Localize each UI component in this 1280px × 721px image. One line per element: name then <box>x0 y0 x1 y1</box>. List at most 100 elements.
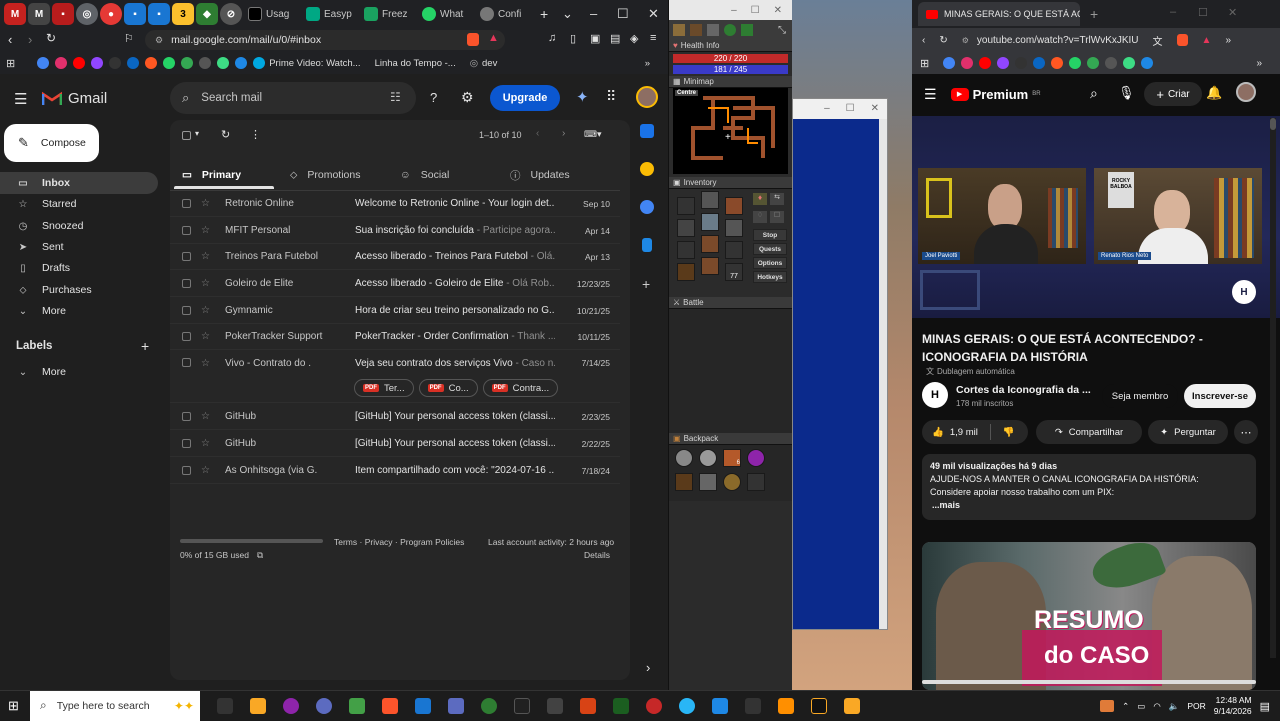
bookmark-icon[interactable] <box>181 57 194 69</box>
attachment-chip[interactable]: PDF Co... <box>418 379 478 397</box>
nav-drafts[interactable]: ▯ Drafts <box>0 257 158 279</box>
shield-slot[interactable] <box>725 219 743 237</box>
app-icon[interactable] <box>646 697 662 714</box>
tab-icon[interactable]: 3 <box>172 3 194 25</box>
tab-icon[interactable]: ▪ <box>124 3 146 25</box>
table-row[interactable]: ☆ GitHub [GitHub] Your personal access tok… <box>170 431 620 457</box>
linkedin-bookmark-icon[interactable] <box>1033 57 1046 69</box>
reload-icon[interactable]: ↻ <box>939 35 947 46</box>
globe-tab-icon[interactable]: ◎ <box>76 3 98 25</box>
row-checkbox[interactable] <box>182 199 191 208</box>
close-icon[interactable]: ✕ <box>871 103 879 114</box>
app-icon[interactable] <box>811 697 827 714</box>
calendar-icon[interactable] <box>640 124 654 138</box>
star-icon[interactable]: ☆ <box>201 305 211 316</box>
vpn-icon[interactable]: ◈ <box>630 32 638 45</box>
google-bookmark-icon[interactable] <box>37 57 50 69</box>
details-link[interactable]: Details <box>584 550 610 560</box>
channel-avatar[interactable]: H <box>922 382 948 408</box>
new-tab-icon[interactable]: + <box>540 6 548 22</box>
app-icon[interactable] <box>613 697 629 714</box>
channel-name[interactable]: Cortes da Iconografia da ... <box>956 384 1091 396</box>
store-icon[interactable] <box>741 24 753 36</box>
gmail-tab-icon[interactable]: M <box>4 3 26 25</box>
apps-grid-icon[interactable]: ⊞ <box>920 57 929 70</box>
back-icon[interactable]: ‹ <box>8 32 12 47</box>
menu-icon[interactable]: ☰ <box>924 86 937 103</box>
attachment-chip[interactable]: PDF Contra... <box>482 379 559 397</box>
star-icon[interactable]: ☆ <box>201 358 211 369</box>
minimap[interactable]: + Centre <box>673 88 788 174</box>
reload-icon[interactable]: ↻ <box>46 31 56 45</box>
expand-panel-icon[interactable]: › <box>646 660 650 675</box>
tab-search-chevron-icon[interactable]: ⌄ <box>562 6 573 22</box>
tab-easyp[interactable]: Easyp <box>302 2 358 26</box>
sidebar-icon[interactable]: ▯ <box>570 32 576 45</box>
maximize-icon[interactable]: ☐ <box>751 5 760 16</box>
gmail-logo[interactable]: Gmail <box>42 90 107 107</box>
share-button[interactable]: ↷ Compartilhar <box>1036 420 1142 444</box>
tab-whatsapp[interactable]: What <box>418 2 474 26</box>
menu-icon[interactable]: ≡ <box>650 32 656 44</box>
forward-icon[interactable]: › <box>28 32 32 47</box>
row-checkbox[interactable] <box>182 466 191 475</box>
bag-icon[interactable] <box>690 24 702 36</box>
tab-icon[interactable]: ▪ <box>148 3 170 25</box>
video-player[interactable]: Joel Paviotti ROCKY BALBOA Renato Rios N… <box>912 116 1280 318</box>
telegram-icon[interactable] <box>679 697 695 714</box>
brave-icon[interactable] <box>382 697 398 714</box>
row-checkbox[interactable] <box>182 306 191 315</box>
attachment-chip[interactable]: PDF Ter... <box>354 379 414 397</box>
tab-icon[interactable]: ⊘ <box>220 3 242 25</box>
table-row[interactable]: ☆ Às Onhitsoga (via G. Item compartilhado … <box>170 458 620 484</box>
scrollbar-thumb[interactable] <box>1270 118 1276 130</box>
background-window[interactable]: – ☐ ✕ <box>792 98 888 630</box>
bookmark-icon[interactable] <box>109 57 122 69</box>
recommended-video-thumbnail[interactable]: RESUMO do CASO <box>922 542 1256 690</box>
select-all-checkbox[interactable] <box>182 131 191 140</box>
bookmark-icon[interactable] <box>217 57 230 69</box>
armor-slot[interactable] <box>701 213 719 231</box>
ask-button[interactable]: ✦ Perguntar <box>1148 420 1228 444</box>
app-icon[interactable] <box>316 697 332 714</box>
options-button[interactable]: Options <box>753 257 787 269</box>
media-icon[interactable]: ♫ <box>548 32 556 44</box>
search-icon[interactable]: ⌕ <box>182 90 189 106</box>
instagram-bookmark-icon[interactable] <box>961 57 974 69</box>
skills-icon[interactable] <box>673 24 685 36</box>
tasks-icon[interactable] <box>640 200 654 214</box>
nav-more[interactable]: ⌄ More <box>0 300 158 322</box>
more-actions-button[interactable]: ⋯ <box>1234 420 1258 444</box>
footer-links[interactable]: Terms · Privacy · Program Policies <box>334 537 464 547</box>
star-icon[interactable]: ☆ <box>201 331 211 342</box>
tab-config[interactable]: Confi <box>476 2 532 26</box>
backpack-item[interactable]: 6 <box>723 449 741 467</box>
join-button[interactable]: Seja membro <box>1102 384 1178 408</box>
gmail-active-tab-icon[interactable]: M <box>28 3 50 25</box>
select-dropdown-icon[interactable]: ▾ <box>195 129 199 138</box>
tab-updates[interactable]: ⓘ Updates <box>510 160 570 190</box>
tab-usage[interactable]: Usag <box>244 2 300 26</box>
star-icon[interactable]: ☆ <box>201 225 211 236</box>
keep-icon[interactable] <box>640 162 654 176</box>
subscribe-button[interactable]: Inscrever-se <box>1184 384 1256 408</box>
dislike-icon[interactable]: 👎 <box>1003 427 1015 438</box>
app-icon[interactable] <box>349 697 365 714</box>
teams-icon[interactable] <box>448 697 464 714</box>
youtube-premium-logo[interactable]: ▶ Premium BR <box>950 87 1041 102</box>
amulet-slot[interactable] <box>677 197 695 215</box>
boots-slot[interactable] <box>701 257 719 275</box>
bookmark-dev[interactable]: ◎ dev <box>470 58 498 69</box>
settings-icon[interactable]: ⚙ <box>461 89 474 106</box>
scrollbar[interactable] <box>879 119 887 629</box>
star-icon[interactable]: ☆ <box>201 198 211 209</box>
like-count[interactable]: 1,9 mil <box>950 427 978 438</box>
description-box[interactable]: 49 mil visualizações há 9 dias AJUDE-NOS… <box>922 454 1256 520</box>
bookmark-linha-do-tempo[interactable]: Linha do Tempo -... <box>375 58 456 69</box>
backpack-item[interactable] <box>723 473 741 491</box>
row-checkbox[interactable] <box>182 332 191 341</box>
open-in-new-icon[interactable]: ⧉ <box>257 550 263 561</box>
input-tools-icon[interactable]: ⌨▾ <box>584 129 602 140</box>
nav-sent[interactable]: ➤ Sent <box>0 236 158 258</box>
extra-slot[interactable] <box>677 263 695 281</box>
